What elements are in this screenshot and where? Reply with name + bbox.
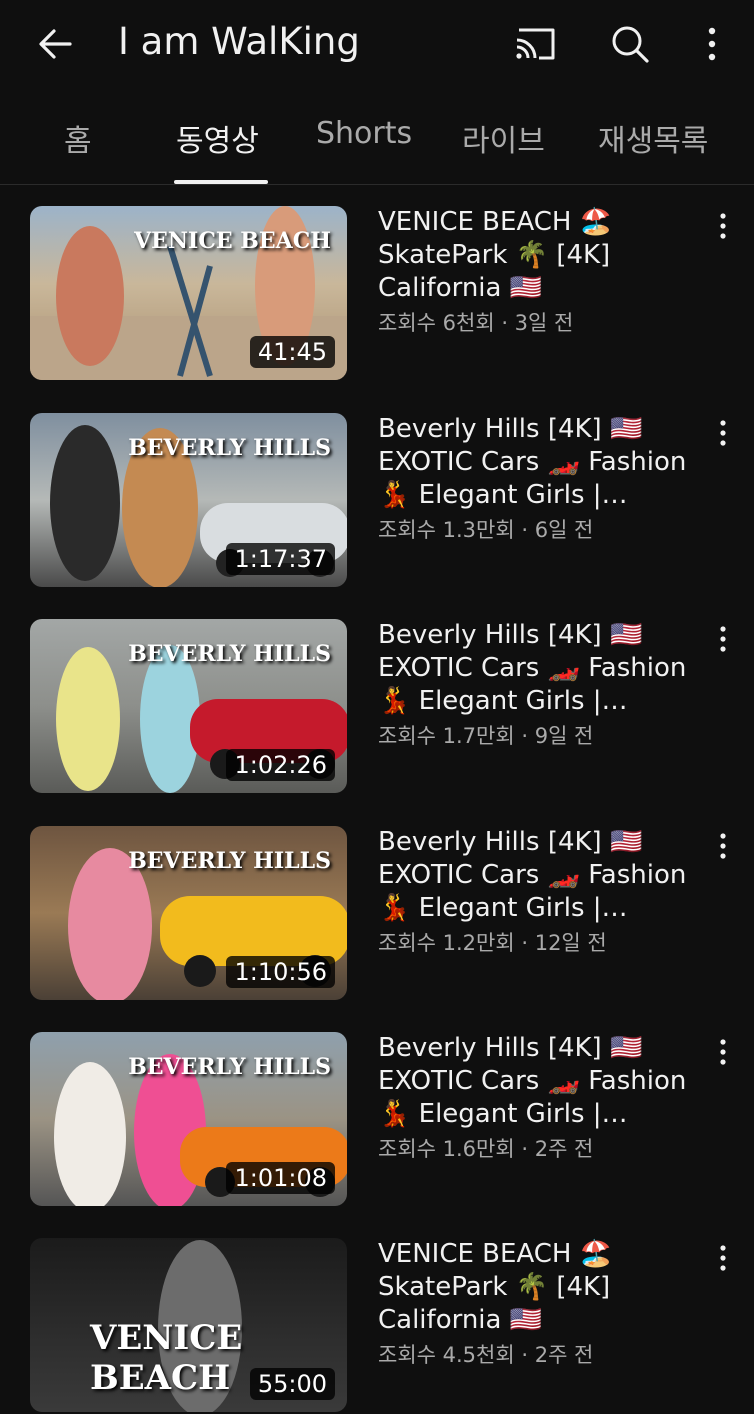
video-item[interactable]: VENICE BEACH 55:00 VENICE BEACH 🏖️ Skate…: [0, 1238, 754, 1414]
video-thumbnail[interactable]: VENICE BEACH 55:00: [30, 1238, 347, 1412]
duration-badge: 1:01:08: [226, 1162, 335, 1194]
duration-badge: 1:17:37: [226, 543, 335, 575]
thumbnail-overlay-text: BEVERLY HILLS: [128, 435, 331, 461]
video-item[interactable]: BEVERLY HILLS 1:02:26 Beverly Hills [4K]…: [0, 619, 754, 795]
separator: ·: [514, 724, 535, 748]
thumbnail-overlay-text: VENICE BEACH: [134, 228, 331, 254]
separator: ·: [514, 1137, 535, 1161]
video-title[interactable]: Beverly Hills [4K] 🇺🇸 EXOTIC Cars 🏎️ Fas…: [378, 619, 708, 718]
tab-playlists[interactable]: 재생목록: [598, 116, 708, 176]
tab-home[interactable]: 홈: [64, 116, 92, 176]
more-vert-icon: [720, 1039, 726, 1065]
video-menu-button[interactable]: [710, 1032, 736, 1072]
separator: ·: [514, 518, 535, 542]
video-title[interactable]: VENICE BEACH 🏖️ SkatePark 🌴 [4K] Califor…: [378, 206, 708, 305]
video-info: 조회수 1.3만회 · 6일 전: [378, 514, 708, 544]
video-menu-button[interactable]: [710, 619, 736, 659]
back-button[interactable]: [28, 18, 84, 70]
thumbnail-overlay-text: BEVERLY HILLS: [128, 641, 331, 667]
video-thumbnail[interactable]: BEVERLY HILLS 1:01:08: [30, 1032, 347, 1206]
search-icon: [612, 26, 649, 63]
more-vert-icon: [708, 27, 716, 61]
video-info: 조회수 1.2만회 · 12일 전: [378, 927, 708, 957]
duration-badge: 41:45: [249, 336, 335, 368]
upload-age: 2주 전: [534, 1137, 594, 1161]
video-title[interactable]: Beverly Hills [4K] 🇺🇸 EXOTIC Cars 🏎️ Fas…: [378, 826, 708, 925]
active-tab-indicator: [174, 180, 268, 184]
video-info: 조회수 6천회 · 3일 전: [378, 307, 708, 337]
view-count: 조회수 6천회: [378, 311, 495, 335]
upload-age: 2주 전: [534, 1343, 594, 1367]
duration-badge: 55:00: [249, 1368, 335, 1400]
view-count: 조회수 1.2만회: [378, 931, 515, 955]
upload-age: 3일 전: [514, 311, 574, 335]
cast-icon: [516, 28, 555, 60]
video-info: 조회수 4.5천회 · 2주 전: [378, 1339, 708, 1369]
view-count: 조회수 1.3만회: [378, 518, 515, 542]
search-button[interactable]: [600, 16, 660, 72]
separator: ·: [514, 931, 535, 955]
more-vert-icon: [720, 833, 726, 859]
arrow-left-icon: [39, 29, 72, 59]
separator: ·: [514, 1343, 535, 1367]
video-menu-button[interactable]: [710, 1238, 736, 1278]
video-menu-button[interactable]: [710, 413, 736, 453]
tab-live[interactable]: 라이브: [462, 116, 545, 176]
channel-tabs: 홈 동영상 Shorts 라이브 재생목록: [0, 96, 754, 185]
more-options-button[interactable]: [690, 16, 734, 72]
upload-age: 9일 전: [534, 724, 594, 748]
thumbnail-overlay-text: BEVERLY HILLS: [128, 1054, 331, 1080]
video-thumbnail[interactable]: BEVERLY HILLS 1:17:37: [30, 413, 347, 587]
view-count: 조회수 4.5천회: [378, 1343, 515, 1367]
video-title[interactable]: VENICE BEACH 🏖️ SkatePark 🌴 [4K] Califor…: [378, 1238, 708, 1337]
channel-title: I am WalKing: [118, 20, 360, 63]
separator: ·: [494, 311, 515, 335]
cast-button[interactable]: [504, 18, 566, 70]
video-thumbnail[interactable]: BEVERLY HILLS 1:02:26: [30, 619, 347, 793]
video-info: 조회수 1.7만회 · 9일 전: [378, 720, 708, 750]
tab-shorts[interactable]: Shorts: [316, 116, 412, 176]
video-item[interactable]: BEVERLY HILLS 1:17:37 Beverly Hills [4K]…: [0, 413, 754, 589]
video-item[interactable]: VENICE BEACH 41:45 VENICE BEACH 🏖️ Skate…: [0, 206, 754, 382]
upload-age: 12일 전: [534, 931, 607, 955]
video-menu-button[interactable]: [710, 206, 736, 246]
top-app-bar: I am WalKing: [0, 0, 754, 90]
view-count: 조회수 1.6만회: [378, 1137, 515, 1161]
duration-badge: 1:10:56: [226, 956, 335, 988]
video-item[interactable]: BEVERLY HILLS 1:01:08 Beverly Hills [4K]…: [0, 1032, 754, 1208]
video-title[interactable]: Beverly Hills [4K] 🇺🇸 EXOTIC Cars 🏎️ Fas…: [378, 413, 708, 512]
video-thumbnail[interactable]: VENICE BEACH 41:45: [30, 206, 347, 380]
upload-age: 6일 전: [534, 518, 594, 542]
more-vert-icon: [720, 213, 726, 239]
video-menu-button[interactable]: [710, 826, 736, 866]
more-vert-icon: [720, 626, 726, 652]
view-count: 조회수 1.7만회: [378, 724, 515, 748]
more-vert-icon: [720, 1245, 726, 1271]
duration-badge: 1:02:26: [226, 749, 335, 781]
video-title[interactable]: Beverly Hills [4K] 🇺🇸 EXOTIC Cars 🏎️ Fas…: [378, 1032, 708, 1131]
video-info: 조회수 1.6만회 · 2주 전: [378, 1133, 708, 1163]
thumbnail-overlay-text: BEVERLY HILLS: [128, 848, 331, 874]
tab-videos[interactable]: 동영상: [176, 116, 259, 176]
video-thumbnail[interactable]: BEVERLY HILLS 1:10:56: [30, 826, 347, 1000]
video-item[interactable]: BEVERLY HILLS 1:10:56 Beverly Hills [4K]…: [0, 826, 754, 1002]
more-vert-icon: [720, 420, 726, 446]
